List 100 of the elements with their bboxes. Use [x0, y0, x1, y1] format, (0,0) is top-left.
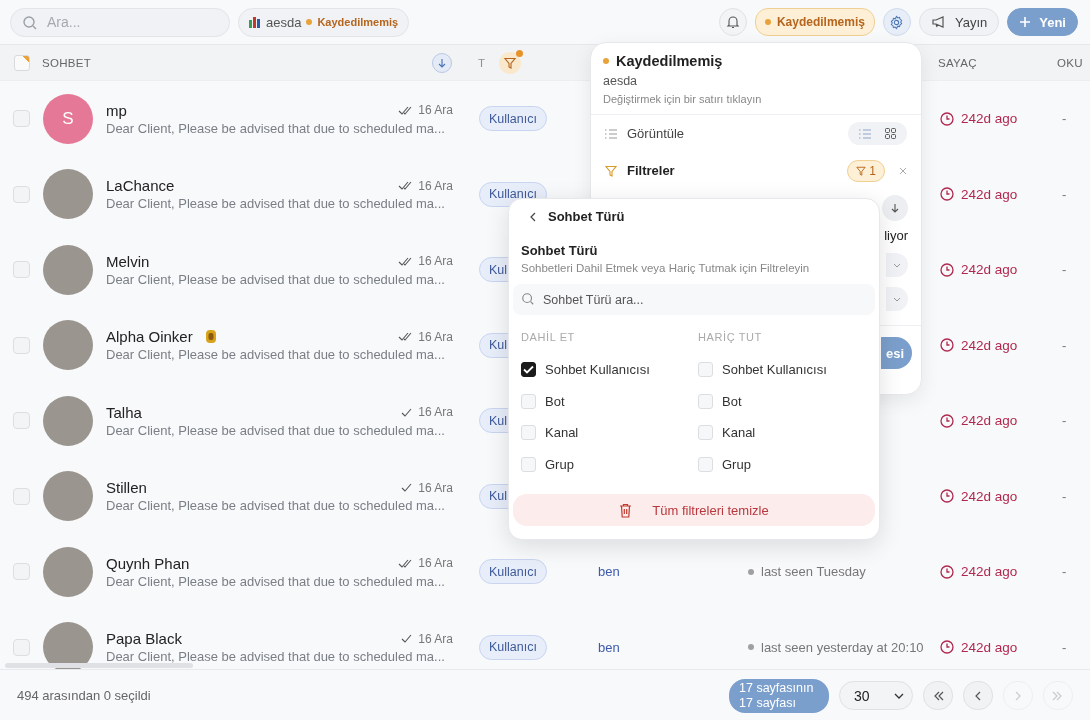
message-date: 16 Ara [418, 480, 453, 495]
avatar: S [43, 93, 93, 144]
search-icon [22, 14, 38, 31]
option-label: Kanal [545, 425, 579, 441]
photo-placeholder [43, 395, 93, 446]
row-checkbox[interactable] [13, 563, 30, 581]
row-checkbox[interactable] [13, 261, 30, 279]
photo-placeholder [43, 546, 93, 597]
dropdown[interactable] [886, 287, 908, 311]
chat-type-tag: Kullanıcı [479, 559, 547, 585]
display-label: Görüntüle [627, 126, 685, 141]
arrow-down-icon [437, 57, 447, 68]
column-header: T [478, 56, 486, 69]
row-checkbox[interactable] [13, 336, 30, 354]
settings-button[interactable] [882, 8, 911, 36]
counter-text: 242d ago [961, 337, 1018, 353]
close-icon[interactable] [899, 166, 907, 175]
sort-button[interactable] [432, 52, 452, 73]
row-checkbox[interactable] [13, 185, 30, 203]
row-checkbox[interactable] [13, 638, 30, 656]
read-count: - [1062, 639, 1067, 655]
filter-button[interactable] [499, 51, 522, 74]
assignee-link[interactable]: ben [598, 564, 620, 580]
option-label: liyor [884, 228, 908, 243]
chat-type-tag: Kullanıcı [479, 106, 547, 132]
panel-hint: Değiştirmek için bir satırı tıklayın [603, 93, 763, 105]
read-count: - [1062, 337, 1067, 353]
read-count: - [1062, 262, 1067, 278]
sort-direction-button[interactable] [882, 195, 908, 221]
counter-text: 242d ago [961, 488, 1018, 504]
filter-icon [504, 56, 517, 69]
bar-chart-icon [249, 16, 261, 28]
row-checkbox[interactable] [13, 412, 30, 430]
contact-name: Papa Black [106, 630, 182, 648]
option-label: Kanal [722, 425, 756, 441]
chevron-down-icon [894, 692, 904, 699]
message-preview: Dear Client, Please be advised that due to scheduled ma... [106, 271, 446, 287]
message-preview: Dear Client, Please be advised that due to scheduled ma... [106, 573, 446, 589]
contact-name: LaChance [106, 177, 175, 195]
last-seen-text: last seen yesterday at 20:10 [761, 639, 924, 655]
bell-icon [725, 15, 740, 29]
contact-name: Melvin [106, 252, 150, 270]
list-view-icon[interactable] [859, 128, 871, 139]
message-preview: Dear Client, Please be advised that due to scheduled ma... [106, 649, 446, 665]
broadcast-button[interactable]: Yayın [918, 8, 1000, 36]
clock-icon [940, 413, 954, 428]
selection-count: 494 arasından 0 seçildi [17, 688, 151, 703]
message-date: 16 Ara [418, 556, 453, 571]
message-preview: Dear Client, Please be advised that due to scheduled ma... [106, 347, 446, 363]
column-header: SAYAÇ [938, 56, 977, 69]
chevron-down-icon [893, 296, 901, 302]
photo-placeholder [43, 622, 93, 669]
chevron-down-icon [893, 262, 901, 268]
counter-text: 242d ago [961, 639, 1018, 655]
counter-text: 242d ago [961, 413, 1018, 429]
dropdown[interactable] [886, 253, 908, 277]
clock-icon [940, 564, 954, 579]
filter-icon [856, 165, 867, 176]
view-name: aesda [603, 74, 639, 88]
settings-icon [889, 14, 905, 30]
row-checkbox[interactable] [13, 110, 30, 128]
option-label: Grup [545, 456, 574, 472]
contact-name: Stillen [106, 479, 147, 497]
column-header: SOHBET [42, 56, 92, 69]
message-preview: Dear Client, Please be advised that due to scheduled ma... [106, 196, 446, 212]
page-size-select[interactable]: 30 [839, 681, 913, 710]
horizontal-scrollbar[interactable] [5, 663, 193, 668]
filter-icon [605, 164, 617, 177]
photo-placeholder [43, 320, 93, 371]
option-label: Grup [722, 456, 751, 472]
search-field[interactable]: Sohbet Türü ara... [513, 284, 875, 315]
message-preview: Dear Client, Please be advised that due to scheduled ma... [106, 120, 446, 136]
clock-icon [940, 111, 954, 126]
back-icon[interactable] [529, 211, 536, 222]
first-page-button[interactable] [923, 681, 953, 710]
assignee-link[interactable]: ben [598, 639, 620, 655]
row-checkbox[interactable] [13, 487, 30, 505]
photo-placeholder [43, 471, 93, 522]
clear-filters-button[interactable]: Tüm filtreleri temizle [513, 494, 875, 526]
message-date: 16 Ara [418, 178, 453, 193]
filter-count-badge[interactable]: 1 [847, 159, 885, 182]
contact-name: Talha [106, 403, 142, 421]
filter-title: Sohbet Türü [521, 243, 599, 258]
read-count: - [1062, 488, 1067, 504]
status-badge: Kaydedilmemiş [754, 8, 875, 36]
checkbox[interactable] [521, 362, 536, 378]
clock-icon [940, 187, 954, 202]
panel-title: Sohbet Türü [548, 209, 625, 224]
grid-view-icon[interactable] [885, 128, 896, 139]
counter-text: 242d ago [961, 111, 1018, 127]
message-preview: Dear Client, Please be advised that due to scheduled ma... [106, 422, 446, 438]
view-selector[interactable]: aesda Kaydedilmemiş [238, 7, 410, 37]
megaphone-icon [930, 15, 947, 29]
select-all-checkbox[interactable] [13, 54, 30, 71]
counter-text: 242d ago [961, 564, 1018, 580]
group-heading: HARİÇ TUT [698, 331, 763, 343]
search-field[interactable]: Ara... [10, 7, 230, 37]
notifications-button[interactable] [718, 8, 747, 36]
message-date: 16 Ara [418, 405, 453, 420]
prev-page-button[interactable] [963, 681, 993, 710]
